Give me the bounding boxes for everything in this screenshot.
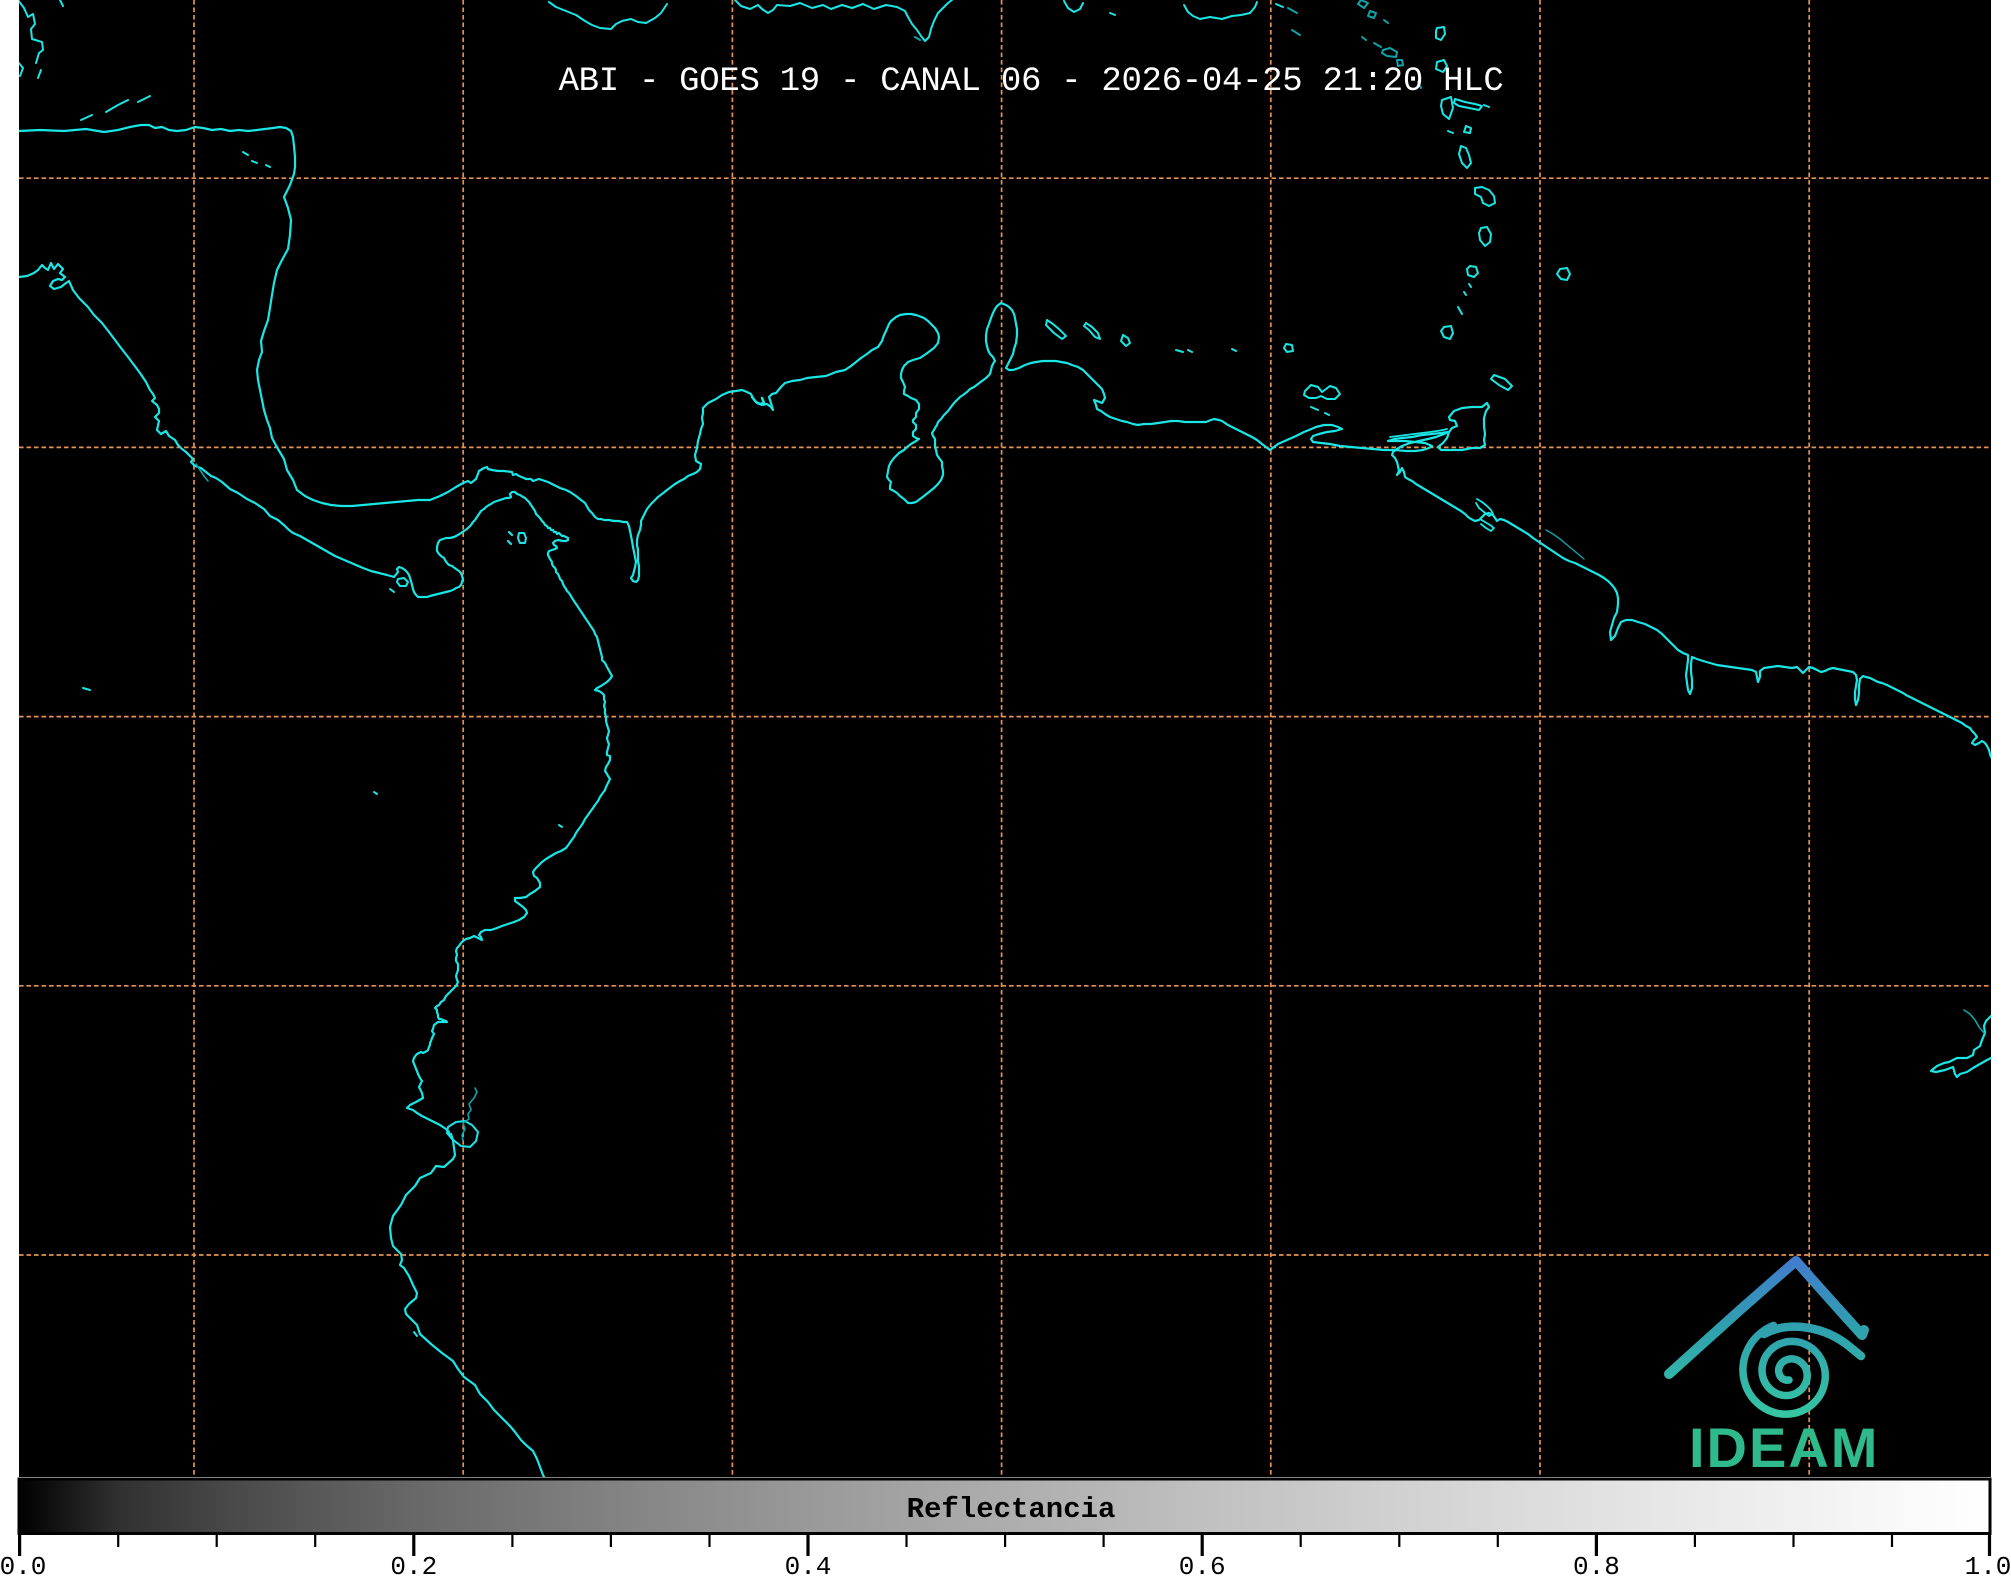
svg-text:1.0: 1.0: [1965, 1552, 2011, 1577]
svg-text:0.8: 0.8: [1573, 1552, 1620, 1577]
svg-text:IDEAM: IDEAM: [1689, 1416, 1879, 1479]
svg-text:Reflectancia: Reflectancia: [907, 1493, 1116, 1526]
svg-text:0.6: 0.6: [1179, 1552, 1226, 1577]
svg-text:0.2: 0.2: [390, 1552, 437, 1577]
svg-text:0.4: 0.4: [785, 1552, 832, 1577]
svg-text:0.0: 0.0: [0, 1552, 46, 1577]
svg-text:ABI - GOES 19 - CANAL 06 - 202: ABI - GOES 19 - CANAL 06 - 2026-04-25 21…: [559, 63, 1504, 101]
